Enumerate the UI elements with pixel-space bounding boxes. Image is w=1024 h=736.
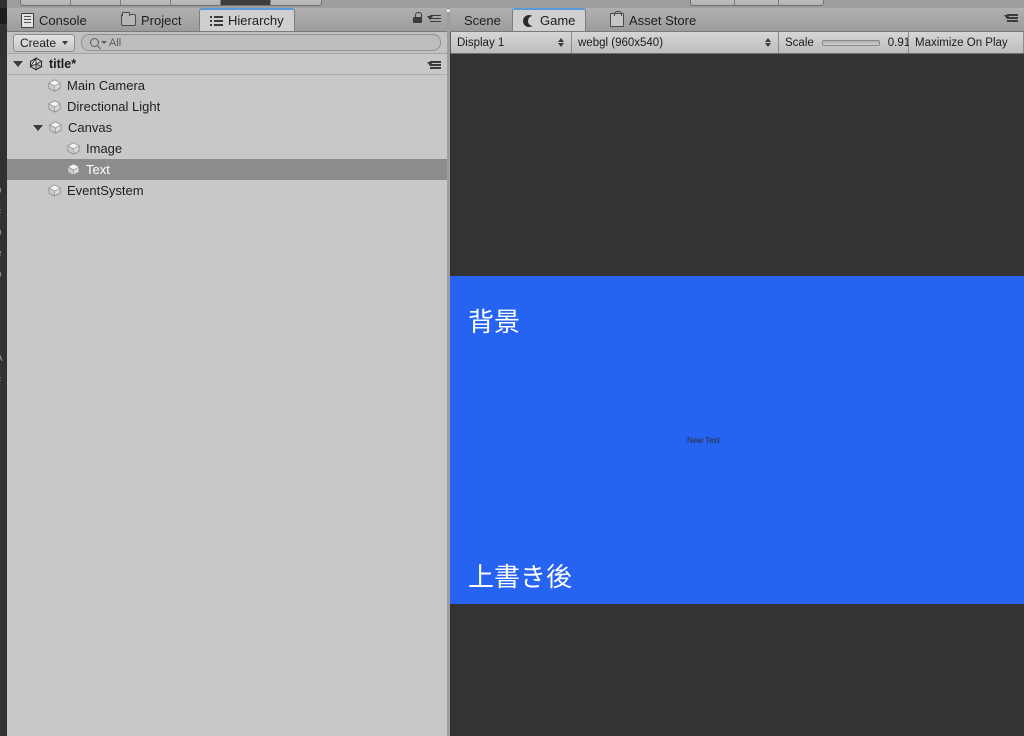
- tab-project[interactable]: Project: [111, 9, 191, 31]
- gameobject-cube-icon: [47, 99, 62, 114]
- unity-scene-icon: [29, 56, 43, 71]
- maximize-on-play-label: Maximize On Play: [915, 36, 1008, 49]
- rotate-tool-button[interactable]: [121, 0, 171, 5]
- lock-icon[interactable]: [413, 12, 422, 23]
- tab-asset-store[interactable]: Asset Store: [600, 9, 706, 31]
- sliver-fragment-text: o c p e o t t A c: [0, 180, 7, 390]
- background-window-sliver: o c p e o t t A c: [0, 0, 7, 736]
- gameobject-cube-icon: [47, 78, 62, 93]
- console-icon: [21, 12, 34, 28]
- scale-tool-button[interactable]: [171, 0, 221, 5]
- unity-editor-window: o c p e o t t A c Console Project Hierar…: [0, 0, 1024, 736]
- scale-slider[interactable]: [821, 39, 880, 46]
- transform-tools-group[interactable]: [20, 0, 322, 6]
- hierarchy-tree: Main Camera Directional Light Canvas Ima…: [7, 75, 447, 201]
- display-dropdown-label: Display 1: [457, 36, 505, 49]
- tab-game-label: Game: [540, 13, 576, 28]
- tree-item-eventsystem[interactable]: EventSystem: [7, 180, 447, 201]
- game-text-overwritten: 上書き後: [468, 563, 573, 593]
- transform-tool-button[interactable]: [271, 0, 321, 5]
- pause-button[interactable]: [735, 0, 779, 5]
- gameobject-cube-icon: [66, 162, 81, 177]
- tab-scene-label: Scene: [464, 12, 501, 28]
- tab-console-label: Console: [39, 12, 87, 28]
- tree-item-directional-light[interactable]: Directional Light: [7, 96, 447, 117]
- create-button[interactable]: Create: [13, 33, 76, 52]
- folder-icon: [121, 12, 136, 26]
- canvas-expand-triangle-icon[interactable]: [33, 124, 43, 131]
- tree-item-label: Image: [86, 141, 123, 156]
- scene-menu-icon[interactable]: [427, 59, 441, 69]
- tree-item-main-camera[interactable]: Main Camera: [7, 75, 447, 96]
- panel-menu-icon[interactable]: [427, 13, 441, 23]
- panel-menu-icon[interactable]: [1004, 12, 1018, 22]
- game-pacman-icon: [523, 14, 537, 27]
- search-filter-chevron-icon[interactable]: [101, 41, 108, 44]
- scale-slider-group[interactable]: Scale 0.913: [779, 32, 917, 53]
- tree-item-image[interactable]: Image: [7, 138, 447, 159]
- tab-asset-store-label: Asset Store: [629, 12, 697, 28]
- tab-hierarchy[interactable]: Hierarchy: [199, 8, 295, 31]
- resolution-dropdown-label: webgl (960x540): [578, 36, 664, 49]
- hand-tool-button[interactable]: [21, 0, 71, 5]
- scale-label: Scale: [785, 36, 814, 49]
- gameobject-cube-icon: [47, 183, 62, 198]
- scene-row-menu: [427, 59, 441, 69]
- playback-controls-group[interactable]: [690, 0, 824, 6]
- play-button[interactable]: [691, 0, 735, 5]
- game-tabbar: Scene Game Asset Store: [450, 8, 1024, 32]
- tab-scene[interactable]: Scene: [454, 9, 511, 31]
- hierarchy-toolbar: Create All: [7, 32, 447, 54]
- tree-item-label: Directional Light: [67, 99, 161, 114]
- chevron-updown-icon: [765, 37, 772, 48]
- scene-name-label: title*: [49, 57, 77, 71]
- scene-expand-triangle-icon[interactable]: [13, 61, 23, 67]
- gameobject-cube-icon: [48, 120, 63, 135]
- display-dropdown[interactable]: Display 1: [450, 32, 572, 53]
- rect-tool-button[interactable]: [221, 0, 271, 5]
- gameobject-cube-icon: [66, 141, 81, 156]
- tree-item-label: Text: [86, 162, 110, 177]
- search-placeholder: All: [109, 36, 122, 49]
- create-button-label: Create: [20, 35, 57, 50]
- tab-hierarchy-label: Hierarchy: [228, 13, 284, 28]
- chevron-down-icon: [62, 40, 69, 45]
- tree-item-label: Canvas: [68, 120, 113, 135]
- search-icon: [90, 38, 100, 47]
- chevron-updown-icon: [558, 37, 565, 48]
- resolution-dropdown[interactable]: webgl (960x540): [572, 32, 779, 53]
- tab-game[interactable]: Game: [512, 8, 587, 31]
- tree-item-text[interactable]: Text: [7, 159, 447, 180]
- tab-console[interactable]: Console: [11, 9, 97, 31]
- game-toolbar: Display 1 webgl (960x540) Scale 0.913 Ma…: [450, 32, 1024, 54]
- game-text-background: 背景: [468, 308, 521, 338]
- tree-item-label: EventSystem: [67, 183, 144, 198]
- game-text-new-text: New Text: [687, 436, 720, 445]
- asset-store-icon: [610, 11, 624, 27]
- game-panel: Scene Game Asset Store Display 1 webgl (…: [450, 8, 1024, 736]
- game-panel-controls: [1004, 12, 1018, 22]
- game-view-canvas[interactable]: 背景 New Text 上書き後: [450, 54, 1024, 736]
- sliver-cap: [0, 8, 7, 24]
- search-input[interactable]: All: [81, 34, 441, 51]
- maximize-on-play-toggle[interactable]: Maximize On Play: [909, 32, 1024, 53]
- hierarchy-icon: [210, 15, 223, 26]
- blue-banner: [450, 276, 1024, 604]
- hierarchy-panel-controls: [413, 12, 441, 23]
- step-button[interactable]: [779, 0, 823, 5]
- move-tool-button[interactable]: [71, 0, 121, 5]
- scene-header-row[interactable]: title*: [7, 54, 447, 75]
- tree-item-label: Main Camera: [67, 78, 146, 93]
- tab-project-label: Project: [141, 12, 182, 28]
- hierarchy-panel: Console Project Hierarchy Create All tit…: [7, 8, 447, 736]
- tree-item-canvas[interactable]: Canvas: [7, 117, 447, 138]
- hierarchy-tabbar: Console Project Hierarchy: [7, 8, 447, 32]
